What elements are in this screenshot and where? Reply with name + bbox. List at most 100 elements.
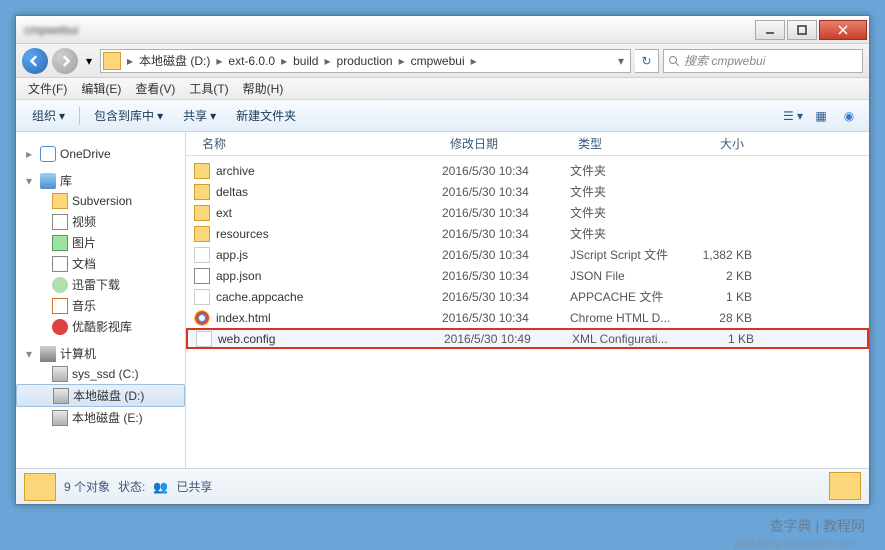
status-label: 状态: <box>118 478 145 495</box>
refresh-button[interactable]: ↻ <box>635 49 659 73</box>
folder-icon <box>24 473 56 501</box>
maximize-button[interactable] <box>787 20 817 40</box>
view-options-button[interactable]: ☰ ▾ <box>781 104 805 128</box>
menu-help[interactable]: 帮助(H) <box>237 78 290 99</box>
col-name[interactable]: 名称 <box>194 132 442 155</box>
file-size: 1 KB <box>692 290 752 304</box>
titlebar[interactable]: cmpwebui <box>16 16 869 44</box>
computer-icon <box>40 346 56 362</box>
breadcrumb-item[interactable]: production <box>335 54 395 68</box>
menu-tools[interactable]: 工具(T) <box>183 78 234 99</box>
sidebar-videos[interactable]: 视频 <box>16 211 185 232</box>
column-headers: 名称 修改日期 类型 大小 <box>186 132 869 156</box>
file-name: web.config <box>218 332 444 346</box>
file-row[interactable]: app.json 2016/5/30 10:34 JSON File 2 KB <box>186 265 869 286</box>
history-dropdown[interactable]: ▾ <box>82 51 96 71</box>
file-size: 1 KB <box>694 332 754 346</box>
preview-pane-button[interactable]: ▦ <box>809 104 833 128</box>
col-date[interactable]: 修改日期 <box>442 132 570 155</box>
file-date: 2016/5/30 10:34 <box>442 227 570 241</box>
chevron-right-icon[interactable]: ▸ <box>395 54 409 68</box>
onedrive-icon <box>40 146 56 162</box>
breadcrumb-item[interactable]: build <box>291 54 320 68</box>
forward-button[interactable] <box>52 48 78 74</box>
video-icon <box>52 214 68 230</box>
sidebar-pictures[interactable]: 图片 <box>16 232 185 253</box>
file-row[interactable]: cache.appcache 2016/5/30 10:34 APPCACHE … <box>186 286 869 307</box>
file-icon <box>194 289 210 305</box>
sidebar-disk-e[interactable]: 本地磁盘 (E:) <box>16 407 185 428</box>
sidebar-computer[interactable]: ▾计算机 <box>16 343 185 364</box>
menu-view[interactable]: 查看(V) <box>129 78 181 99</box>
disk-icon <box>52 410 68 426</box>
file-type: JScript Script 文件 <box>570 246 692 263</box>
file-size: 28 KB <box>692 311 752 325</box>
chevron-right-icon[interactable]: ▸ <box>467 54 481 68</box>
file-row[interactable]: app.js 2016/5/30 10:34 JScript Script 文件… <box>186 244 869 265</box>
title-text: cmpwebui <box>16 23 755 37</box>
col-type[interactable]: 类型 <box>570 132 692 155</box>
sidebar-downloads[interactable]: 迅雷下载 <box>16 274 185 295</box>
file-size: 2 KB <box>692 269 752 283</box>
file-row[interactable]: web.config 2016/5/30 10:49 XML Configura… <box>186 328 869 349</box>
file-type: Chrome HTML D... <box>570 311 692 325</box>
sidebar-documents[interactable]: 文档 <box>16 253 185 274</box>
file-icon <box>194 310 210 326</box>
file-name: app.js <box>216 248 442 262</box>
sidebar-music[interactable]: 音乐 <box>16 295 185 316</box>
search-input[interactable]: 搜索 cmpwebui <box>663 49 863 73</box>
organize-button[interactable]: 组织 ▾ <box>24 104 73 127</box>
chevron-right-icon[interactable]: ▸ <box>212 54 226 68</box>
menu-file[interactable]: 文件(F) <box>22 78 73 99</box>
back-button[interactable] <box>22 48 48 74</box>
help-button[interactable]: ◉ <box>837 104 861 128</box>
breadcrumb-item[interactable]: 本地磁盘 (D:) <box>137 52 212 69</box>
col-size[interactable]: 大小 <box>692 132 752 155</box>
menu-edit[interactable]: 编辑(E) <box>75 78 127 99</box>
document-icon <box>52 256 68 272</box>
disk-icon <box>52 366 68 382</box>
share-button[interactable]: 共享 ▾ <box>175 104 224 127</box>
sidebar-disk-d[interactable]: 本地磁盘 (D:) <box>16 384 185 407</box>
file-name: cache.appcache <box>216 290 442 304</box>
file-icon <box>196 331 212 347</box>
dropdown-icon[interactable]: ▾ <box>614 54 628 68</box>
file-date: 2016/5/30 10:34 <box>442 248 570 262</box>
chevron-right-icon[interactable]: ▸ <box>277 54 291 68</box>
file-icon <box>194 184 210 200</box>
status-count: 9 个对象 <box>64 478 110 495</box>
include-button[interactable]: 包含到库中 ▾ <box>86 104 171 127</box>
chevron-right-icon[interactable]: ▸ <box>320 54 334 68</box>
sidebar-youku[interactable]: 优酷影视库 <box>16 316 185 337</box>
sidebar-subversion[interactable]: Subversion <box>16 191 185 211</box>
newfolder-button[interactable]: 新建文件夹 <box>228 104 304 127</box>
file-type: 文件夹 <box>570 162 692 179</box>
details-pane-icon[interactable] <box>829 472 861 500</box>
file-row[interactable]: ext 2016/5/30 10:34 文件夹 <box>186 202 869 223</box>
file-row[interactable]: index.html 2016/5/30 10:34 Chrome HTML D… <box>186 307 869 328</box>
file-type: 文件夹 <box>570 183 692 200</box>
close-button[interactable] <box>819 20 867 40</box>
sidebar-disk-c[interactable]: sys_ssd (C:) <box>16 364 185 384</box>
breadcrumb-item[interactable]: cmpwebui <box>409 54 467 68</box>
breadcrumb-item[interactable]: ext-6.0.0 <box>226 54 277 68</box>
statusbar: 9 个对象 状态: 👥 已共享 <box>16 468 869 504</box>
youku-icon <box>52 319 68 335</box>
sidebar-libraries[interactable]: ▾库 <box>16 170 185 191</box>
search-placeholder: 搜索 cmpwebui <box>684 52 765 69</box>
sidebar-onedrive[interactable]: ▸OneDrive <box>16 144 185 164</box>
chevron-right-icon[interactable]: ▸ <box>123 54 137 68</box>
minimize-button[interactable] <box>755 20 785 40</box>
file-list: archive 2016/5/30 10:34 文件夹 deltas 2016/… <box>186 156 869 468</box>
file-row[interactable]: archive 2016/5/30 10:34 文件夹 <box>186 160 869 181</box>
menubar: 文件(F) 编辑(E) 查看(V) 工具(T) 帮助(H) <box>16 78 869 100</box>
content-area: ▸OneDrive ▾库 Subversion 视频 图片 文档 迅雷下载 音乐… <box>16 132 869 468</box>
file-row[interactable]: resources 2016/5/30 10:34 文件夹 <box>186 223 869 244</box>
file-date: 2016/5/30 10:34 <box>442 311 570 325</box>
file-name: archive <box>216 164 442 178</box>
file-pane: 名称 修改日期 类型 大小 archive 2016/5/30 10:34 文件… <box>186 132 869 468</box>
file-row[interactable]: deltas 2016/5/30 10:34 文件夹 <box>186 181 869 202</box>
breadcrumb[interactable]: ▸ 本地磁盘 (D:) ▸ ext-6.0.0 ▸ build ▸ produc… <box>100 49 631 73</box>
file-type: 文件夹 <box>570 225 692 242</box>
file-type: 文件夹 <box>570 204 692 221</box>
